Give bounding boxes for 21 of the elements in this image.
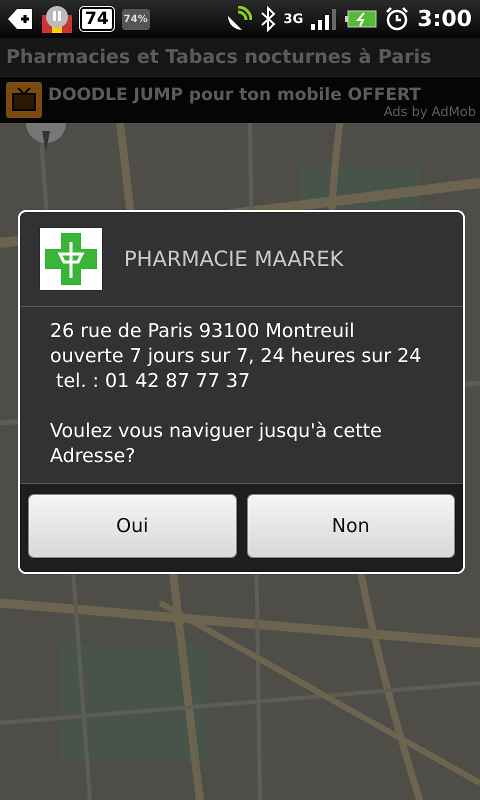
- app-notification-icon: [42, 5, 72, 33]
- bluetooth-icon: [260, 6, 276, 32]
- dialog-message: 26 rue de Paris 93100 Montreuil ouverte 7 jours sur 7, 24 heures sur 24 tel. : 01 42 87 77 37 Voulez vous naviguer jusqu'à cette Adresse?: [49, 319, 422, 469]
- notification-badge: 74: [80, 7, 114, 31]
- network-type-label: 3G: [284, 12, 304, 26]
- alarm-clock-icon: [385, 7, 410, 31]
- pharmacy-cross-icon: [40, 228, 102, 290]
- compass-icon[interactable]: [26, 123, 66, 153]
- tv-icon: [6, 82, 42, 118]
- dialog-button[interactable]: Oui: [28, 494, 236, 558]
- dialog-button[interactable]: Non: [246, 494, 455, 558]
- plus-tag-icon: [8, 8, 34, 30]
- signal-bars-icon: [311, 8, 338, 30]
- clock-time: 3:00: [417, 6, 472, 32]
- app-title: Pharmacies et Tabacs nocturnes à Paris: [6, 46, 432, 68]
- ad-text: DOODLE JUMP pour ton mobile OFFERT: [48, 85, 421, 105]
- satellite-dish-icon: [226, 6, 252, 32]
- dialog-title: PHARMACIE MAAREK: [124, 247, 344, 271]
- charging-battery-icon: [345, 10, 378, 28]
- ad-attribution: Ads by AdMob: [384, 105, 476, 120]
- battery-widget: 74%: [122, 8, 150, 30]
